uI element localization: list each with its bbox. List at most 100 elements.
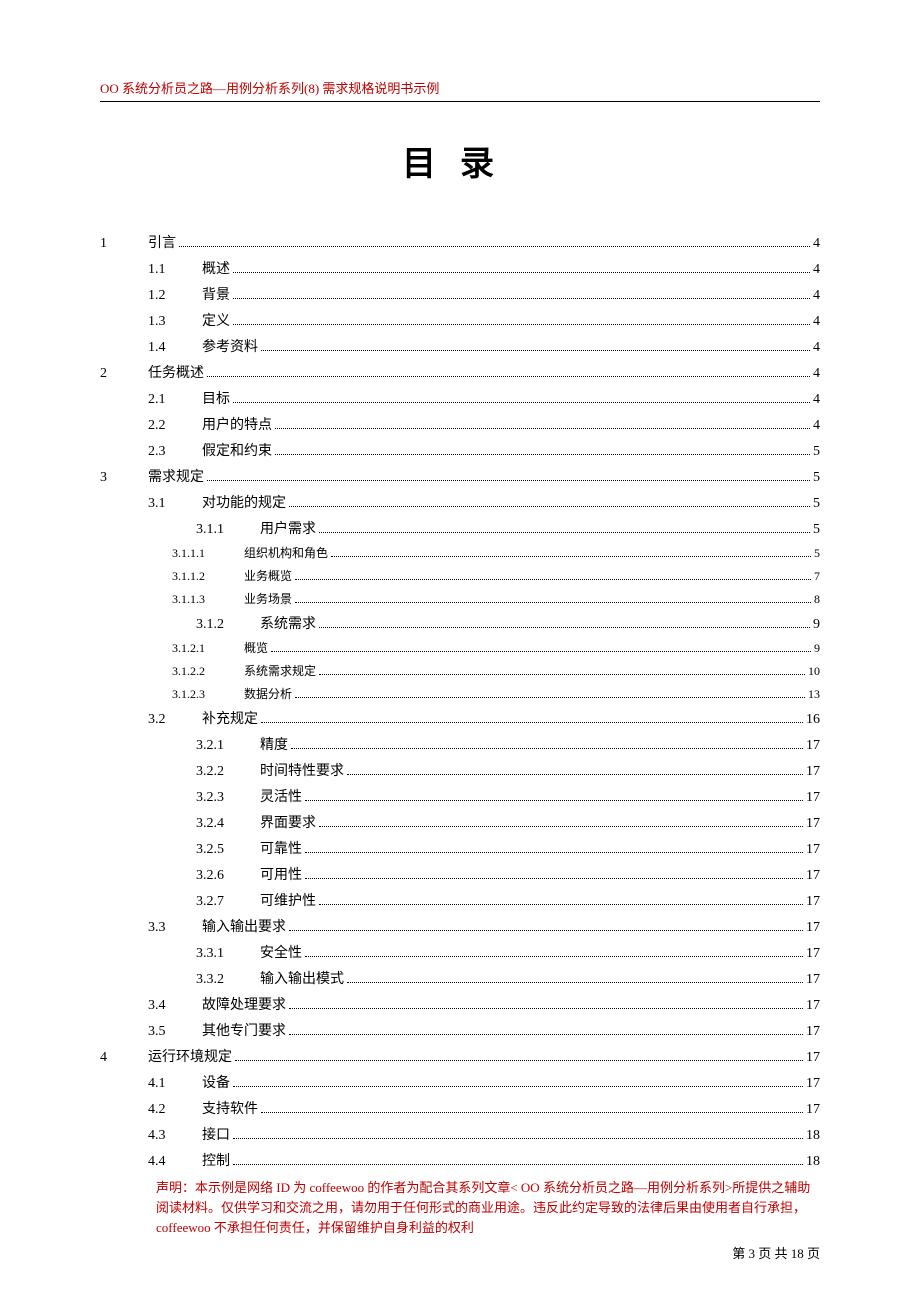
toc-entry[interactable]: 3.2.6可用性17 <box>100 861 820 887</box>
toc-leader-dots <box>233 1086 803 1087</box>
toc-entry[interactable]: 1引言4 <box>100 229 820 255</box>
toc-entry-page: 17 <box>806 972 820 988</box>
toc-entry[interactable]: 2.1目标4 <box>100 385 820 411</box>
toc-entry-number: 3.1.1 <box>196 522 260 538</box>
toc-entry-number: 3.1.2 <box>196 617 260 633</box>
toc-entry-title: 故障处理要求 <box>202 994 286 1014</box>
toc-entry-page: 18 <box>806 1154 820 1170</box>
toc-entry-number: 3.2.3 <box>196 790 260 806</box>
toc-entry[interactable]: 3.2.3灵活性17 <box>100 783 820 809</box>
page-footer: 第 3 页 共 18 页 <box>732 1243 820 1262</box>
toc-entry-title: 需求规定 <box>148 466 204 486</box>
toc-leader-dots <box>261 1112 803 1113</box>
toc-entry-title: 可靠性 <box>260 838 302 858</box>
toc-entry[interactable]: 4.4控制18 <box>100 1147 820 1173</box>
toc-entry[interactable]: 2.3假定和约束5 <box>100 437 820 463</box>
toc-entry-number: 3.2.5 <box>196 842 260 858</box>
toc-entry[interactable]: 3.1对功能的规定 5 <box>100 489 820 515</box>
toc-entry[interactable]: 3.2补充规定16 <box>100 705 820 731</box>
toc-entry[interactable]: 3.3.1安全性17 <box>100 939 820 965</box>
toc-entry-number: 4.3 <box>148 1128 202 1144</box>
toc-entry-page: 17 <box>806 946 820 962</box>
toc-entry-number: 3.2 <box>148 712 202 728</box>
toc-entry-number: 3.4 <box>148 998 202 1014</box>
toc-entry-number: 2.2 <box>148 418 202 434</box>
toc-leader-dots <box>319 627 810 628</box>
toc-leader-dots <box>271 651 811 652</box>
toc-entry[interactable]: 3.2.1精度17 <box>100 731 820 757</box>
toc-entry-page: 4 <box>813 288 820 304</box>
toc-leader-dots <box>233 298 810 299</box>
toc-entry-title: 目标 <box>202 388 230 408</box>
toc-entry-page: 17 <box>806 920 820 936</box>
toc-entry-number: 3.1 <box>148 496 202 512</box>
toc-leader-dots <box>305 852 803 853</box>
toc-entry[interactable]: 3需求规定5 <box>100 463 820 489</box>
toc-entry[interactable]: 3.1.2.1概览9 <box>100 636 820 659</box>
toc-entry[interactable]: 3.5其他专门要求17 <box>100 1017 820 1043</box>
toc-entry-number: 3.1.2.3 <box>172 687 244 702</box>
toc-entry-title: 用户需求 <box>260 518 316 538</box>
toc-entry-page: 17 <box>806 764 820 780</box>
toc-entry[interactable]: 2.2用户的特点4 <box>100 411 820 437</box>
toc-entry-number: 4.2 <box>148 1102 202 1118</box>
toc-entry-title: 补充规定 <box>202 708 258 728</box>
toc-entry[interactable]: 3.3.2输入输出模式17 <box>100 965 820 991</box>
toc-leader-dots <box>347 774 803 775</box>
toc-entry-page: 17 <box>806 1102 820 1118</box>
toc-entry-number: 3.2.4 <box>196 816 260 832</box>
toc-entry-page: 17 <box>806 1050 820 1066</box>
toc-entry-title: 参考资料 <box>202 336 258 356</box>
toc-entry[interactable]: 2任务概述4 <box>100 359 820 385</box>
toc-entry-title: 系统需求 <box>260 613 316 633</box>
toc-leader-dots <box>233 272 810 273</box>
disclaimer-text: 声明：本示例是网络 ID 为 coffeewoo 的作者为配合其系列文章< OO… <box>156 1178 820 1238</box>
toc-leader-dots <box>261 350 810 351</box>
toc-entry-page: 17 <box>806 1024 820 1040</box>
toc-entry-number: 2.1 <box>148 392 202 408</box>
toc-entry[interactable]: 1.2背景4 <box>100 281 820 307</box>
toc-entry-title: 运行环境规定 <box>148 1046 232 1066</box>
toc-entry[interactable]: 4运行环境规定17 <box>100 1043 820 1069</box>
toc-entry-page: 5 <box>814 546 820 561</box>
toc-entry-page: 5 <box>813 496 820 512</box>
toc-entry[interactable]: 3.4故障处理要求 17 <box>100 991 820 1017</box>
toc-entry-number: 2.3 <box>148 444 202 460</box>
toc-entry-title: 业务概览 <box>244 567 292 584</box>
toc-entry-title: 控制 <box>202 1150 230 1170</box>
toc-entry-title: 背景 <box>202 284 230 304</box>
toc-entry[interactable]: 3.1.1.2业务概览7 <box>100 564 820 587</box>
toc-entry[interactable]: 3.1.2系统需求9 <box>100 610 820 636</box>
toc-entry-number: 3.1.1.3 <box>172 592 244 607</box>
toc-entry-title: 对功能的规定 <box>202 492 286 512</box>
toc-leader-dots <box>289 1034 803 1035</box>
toc-entry-number: 1.1 <box>148 262 202 278</box>
toc-entry-page: 7 <box>814 569 820 584</box>
toc-entry[interactable]: 3.1.2.2系统需求规定10 <box>100 659 820 682</box>
toc-entry[interactable]: 4.3接口18 <box>100 1121 820 1147</box>
toc-entry-page: 8 <box>814 592 820 607</box>
toc-leader-dots <box>233 1164 803 1165</box>
toc-entry[interactable]: 3.2.7可维护性17 <box>100 887 820 913</box>
toc-leader-dots <box>331 556 811 557</box>
toc-leader-dots <box>275 454 810 455</box>
toc-entry[interactable]: 1.4参考资料4 <box>100 333 820 359</box>
toc-entry[interactable]: 3.1.1.1组织机构和角色5 <box>100 541 820 564</box>
toc-entry-title: 定义 <box>202 310 230 330</box>
toc-entry[interactable]: 3.1.1用户需求5 <box>100 515 820 541</box>
toc-leader-dots <box>291 748 803 749</box>
toc-entry[interactable]: 3.3输入输出要求17 <box>100 913 820 939</box>
toc-entry[interactable]: 3.2.2时间特性要求17 <box>100 757 820 783</box>
toc-entry[interactable]: 3.1.2.3数据分析13 <box>100 682 820 705</box>
toc-entry-page: 17 <box>806 998 820 1014</box>
toc-entry[interactable]: 3.2.5可靠性17 <box>100 835 820 861</box>
toc-leader-dots <box>319 904 803 905</box>
toc-entry[interactable]: 3.1.1.3业务场景8 <box>100 587 820 610</box>
toc-entry[interactable]: 4.1设备17 <box>100 1069 820 1095</box>
toc-entry[interactable]: 1.3定义4 <box>100 307 820 333</box>
toc-entry[interactable]: 1.1概述4 <box>100 255 820 281</box>
toc-leader-dots <box>179 246 810 247</box>
toc-entry-page: 4 <box>813 236 820 252</box>
toc-entry[interactable]: 3.2.4界面要求17 <box>100 809 820 835</box>
toc-entry[interactable]: 4.2支持软件17 <box>100 1095 820 1121</box>
